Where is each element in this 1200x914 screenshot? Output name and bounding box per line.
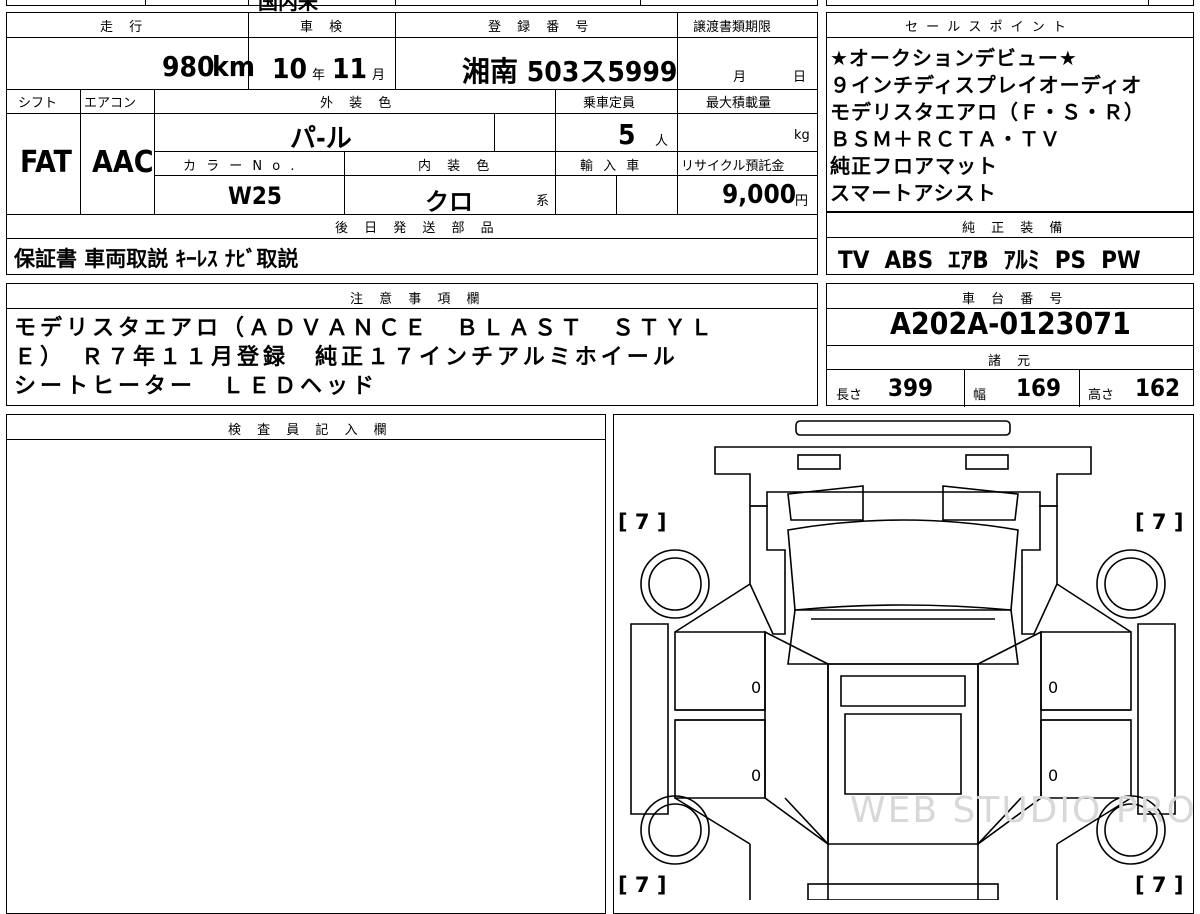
aircon-value: AAC [92,145,154,180]
header-registration: 登 録 番 号 [488,20,595,35]
chassis-header: 車 台 番 号 [962,292,1069,307]
panel-mark: 0 [751,678,762,697]
sales-point-line: 純正フロアマット [830,154,998,178]
header-interior-color: 内 装 色 [418,159,496,174]
spec-length-value: 399 [888,374,934,402]
inspector-box [6,414,606,914]
max-load-unit: kg [794,128,810,143]
mileage-unit: km [212,50,255,83]
capacity-value: 5 [618,118,636,151]
header-mileage: 走 行 [100,20,149,35]
specs-header: 諸 元 [988,354,1037,369]
header-inspection: 車 検 [300,20,349,35]
exterior-color-value: パ-ル [290,124,352,154]
capacity-unit: 人 [655,134,669,149]
notes-header: 注 意 事 項 欄 [350,292,486,307]
panel-mark: 0 [1048,678,1059,697]
header-import: 輸 入 車 [580,159,643,174]
sales-point-line: モデリスタエアロ（Ｆ・Ｓ・Ｒ） [830,100,1145,124]
divider [145,0,146,6]
tire-label-rear-right: [ 7 ] [1135,873,1184,897]
chassis-number: A202A-0123071 [890,307,1131,342]
tire-label-front-left: [ 7 ] [618,510,667,534]
divider [640,0,641,6]
sales-point-line: ９インチディスプレイオーディオ [830,73,1143,97]
watermark: WEB STUDIO PRO [850,790,1197,831]
top-strip [6,0,818,6]
color-no-value: W25 [228,182,282,210]
header-max-load: 最大積載量 [706,96,772,111]
genuine-equipment-value: TV ABS ｴｱB ｱﾙﾐ PS PW [838,246,1141,274]
notes-body: モデリスタエアロ（ＡＤＶＡＮＣＥ ＢＬＡＳＴ ＳＴＹＬ Ｅ） Ｒ７年１１月登録 … [14,314,716,401]
divider [1148,0,1149,6]
divider [248,0,249,6]
genuine-equipment-header: 純 正 装 備 [962,221,1069,236]
sales-point-line: ＢＳＭ＋ＲＣＴＡ・ＴＶ [830,127,1061,151]
header-color-no: カ ラ ー N o . [183,159,298,174]
panel-mark: 0 [751,766,762,785]
top-strip-right [826,0,1194,6]
spec-length-label: 長さ [836,388,863,403]
inspection-month-unit: 月 [372,68,386,83]
sales-point-line: ★オークションデビュー★ [830,46,1078,70]
notes-line: モデリスタエアロ（ＡＤＶＡＮＣＥ ＢＬＡＳＴ ＳＴＹＬ [14,316,717,341]
shift-value: FAT [20,145,72,180]
spec-width-value: 169 [1016,374,1062,402]
mileage-value: 980 [162,50,215,83]
header-exterior-color: 外 装 色 [320,96,398,111]
recycle-fee-value: 9,000 [722,180,796,210]
interior-suffix: 系 [536,194,550,209]
divider [395,0,396,6]
tire-label-rear-left: [ 7 ] [618,873,667,897]
sales-points-header: セ ー ル ス ポ イ ン ト [905,20,1068,35]
header-aircon: エアコン [84,96,137,111]
header-shift: シフト [18,96,58,111]
header-later-parts: 後 日 発 送 部 品 [335,221,500,236]
inspector-header: 検 査 員 記 入 欄 [228,423,393,438]
panel-mark: 0 [1048,766,1059,785]
inspection-month: 11 [332,52,368,85]
spec-width-label: 幅 [973,388,987,403]
sales-points-list: ★オークションデビュー★ ９インチディスプレイオーディオ モデリスタエアロ（Ｆ・… [830,45,1145,207]
header-transfer-deadline: 譲渡書類期限 [693,20,772,35]
recycle-fee-unit: 円 [795,194,809,209]
plate-number: 湘南 503ス5999 [462,55,678,88]
notes-line: Ｅ） Ｒ７年１１月登録 純正１７インチアルミホイール [14,345,679,370]
interior-color-value: クロ [425,188,473,216]
inspection-year: 10 [272,52,308,85]
later-parts-value: 保証書 車両取説 ｷｰﾚｽ ﾅﾋﾞ取説 [14,247,299,271]
deadline-month-unit: 月 [733,70,747,85]
tire-label-front-right: [ 7 ] [1135,510,1184,534]
header-recycle-fee: リサイクル預託金 [681,159,785,174]
header-capacity: 乗車定員 [583,96,636,111]
spec-height-label: 高さ [1088,388,1115,403]
spec-height-value: 162 [1135,374,1181,402]
sales-point-line: スマートアシスト [830,181,997,205]
inspection-year-unit: 年 [312,68,326,83]
notes-line: シートヒーター ＬＥＤヘッド [14,374,379,399]
deadline-day-unit: 日 [793,70,807,85]
